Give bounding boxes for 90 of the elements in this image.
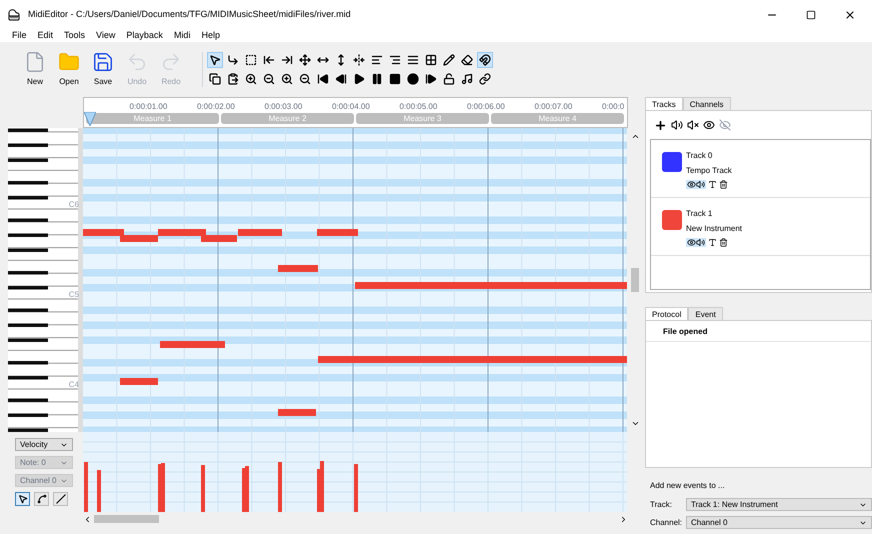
scroll-right-icon[interactable] bbox=[619, 514, 628, 524]
mute-all-icon[interactable] bbox=[687, 119, 699, 131]
redo-icon bbox=[160, 51, 182, 73]
compress-icon[interactable] bbox=[351, 52, 367, 68]
app-icon bbox=[8, 9, 20, 21]
show-all-icon[interactable] bbox=[703, 119, 715, 131]
time-label: 0:00:06.00 bbox=[467, 101, 505, 113]
toolbar-button[interactable]: Open bbox=[54, 51, 84, 88]
time-label: 0:00:07.00 bbox=[534, 101, 572, 113]
track-color-swatch[interactable] bbox=[662, 210, 682, 230]
field-label: Track: bbox=[650, 498, 673, 510]
rename-icon[interactable] bbox=[708, 180, 717, 189]
rename-icon[interactable] bbox=[708, 238, 717, 247]
save-icon bbox=[92, 51, 114, 73]
scrollbar-thumb[interactable] bbox=[631, 268, 639, 292]
zoom-in-icon[interactable] bbox=[243, 71, 259, 87]
hide-all-icon[interactable] bbox=[719, 119, 731, 131]
dropdown[interactable]: Track 1: New Instrument bbox=[686, 498, 872, 511]
move-icon[interactable] bbox=[297, 52, 313, 68]
connect-icon[interactable] bbox=[477, 71, 493, 87]
scroll-left-icon[interactable] bbox=[83, 514, 92, 524]
track-name: Track 1 bbox=[686, 208, 714, 220]
box-select-icon[interactable] bbox=[243, 52, 259, 68]
visibility-icon[interactable] bbox=[687, 238, 696, 247]
menu-item[interactable]: View bbox=[96, 29, 116, 43]
menu-item[interactable]: File bbox=[12, 29, 27, 43]
menu-item[interactable]: Tools bbox=[64, 29, 86, 43]
toolbar-button[interactable]: Save bbox=[88, 51, 118, 88]
scroll-up-icon[interactable] bbox=[630, 132, 640, 141]
menu-item[interactable]: Midi bbox=[174, 29, 190, 43]
record-icon[interactable] bbox=[405, 71, 421, 87]
horizontal-scrollbar[interactable] bbox=[83, 513, 628, 525]
octave-label: C4 bbox=[68, 379, 79, 391]
protocol-entry[interactable]: File opened bbox=[646, 321, 871, 342]
track-name: Track 0 bbox=[686, 150, 714, 162]
menu-item[interactable]: Playback bbox=[126, 29, 163, 43]
folder-icon bbox=[58, 51, 80, 73]
copy-icon[interactable] bbox=[207, 71, 223, 87]
unmute-all-icon[interactable] bbox=[671, 119, 683, 131]
playhead-marker[interactable] bbox=[84, 112, 96, 126]
section-heading: Add new events to ... bbox=[650, 480, 726, 492]
tab[interactable]: Tracks bbox=[645, 97, 683, 110]
scroll-down-icon[interactable] bbox=[630, 419, 640, 428]
menu-item[interactable]: Help bbox=[201, 29, 220, 43]
unlock-icon[interactable] bbox=[441, 71, 457, 87]
time-label: 0:00:01.00 bbox=[130, 101, 168, 113]
field-label: Channel: bbox=[650, 516, 684, 528]
piano-keyboard-drawing[interactable] bbox=[8, 128, 78, 432]
new-file-icon bbox=[24, 51, 46, 73]
magnet-icon[interactable] bbox=[477, 52, 493, 68]
time-label: 0:00:04.00 bbox=[332, 101, 370, 113]
freehand-icon[interactable] bbox=[34, 492, 49, 506]
dropdown[interactable]: Channel 0 bbox=[686, 516, 872, 529]
zoom-out-icon[interactable] bbox=[261, 71, 277, 87]
eraser-icon[interactable] bbox=[459, 52, 475, 68]
line-icon[interactable] bbox=[53, 492, 68, 506]
scrollbar-thumb[interactable] bbox=[94, 515, 159, 523]
speaker-icon[interactable] bbox=[696, 180, 705, 189]
zoom-out-icon[interactable] bbox=[297, 71, 313, 87]
maximize-icon[interactable] bbox=[806, 10, 816, 20]
time-label: 0:00:02.00 bbox=[197, 101, 235, 113]
undo-icon bbox=[126, 51, 148, 73]
visibility-icon[interactable] bbox=[687, 180, 696, 189]
close-icon[interactable] bbox=[844, 9, 856, 21]
window-title: MidiEditor - C:/Users/Daniel/Documents/TFG/MIDIMusicSheet/midiFiles/river.mid bbox=[28, 8, 352, 22]
track-instrument: New Instrument bbox=[686, 223, 742, 235]
timeline[interactable]: 0:00:01.00 0:00:02.00 0:00:03.00 0:00:04.00 0:00:05.00 0:00:06.00 0:00:07.00 0:00:0 Measure 1 Measure 2 Measure 3 Measure 4 bbox=[83, 97, 628, 128]
zoom-in-icon[interactable] bbox=[279, 71, 295, 87]
add-icon[interactable] bbox=[654, 118, 667, 132]
octave-label: C5 bbox=[68, 289, 79, 301]
tab[interactable]: Protocol bbox=[645, 307, 688, 320]
dropdown[interactable]: Velocity bbox=[15, 438, 73, 451]
tab[interactable]: Channels bbox=[682, 97, 731, 110]
toolbar-button[interactable]: New bbox=[20, 51, 50, 88]
tab[interactable]: Event bbox=[688, 307, 723, 320]
trash-icon[interactable] bbox=[719, 238, 728, 247]
octave-label: C6 bbox=[68, 199, 79, 211]
track-instrument: Tempo Track bbox=[686, 165, 732, 177]
pointer-icon[interactable] bbox=[207, 52, 223, 68]
time-label: 0:00:03.00 bbox=[264, 101, 302, 113]
trash-icon[interactable] bbox=[719, 180, 728, 189]
midi-notes-drawing[interactable] bbox=[83, 229, 627, 416]
stop-icon[interactable] bbox=[387, 71, 403, 87]
menu-item[interactable]: Edit bbox=[38, 29, 54, 43]
speaker-icon[interactable] bbox=[696, 238, 705, 247]
track-color-swatch[interactable] bbox=[662, 152, 682, 172]
pointer-icon[interactable] bbox=[15, 492, 30, 506]
time-label: 0:00:05.00 bbox=[400, 101, 438, 113]
time-label: 0:00:0 bbox=[602, 101, 624, 113]
pencil-icon[interactable] bbox=[441, 52, 457, 68]
